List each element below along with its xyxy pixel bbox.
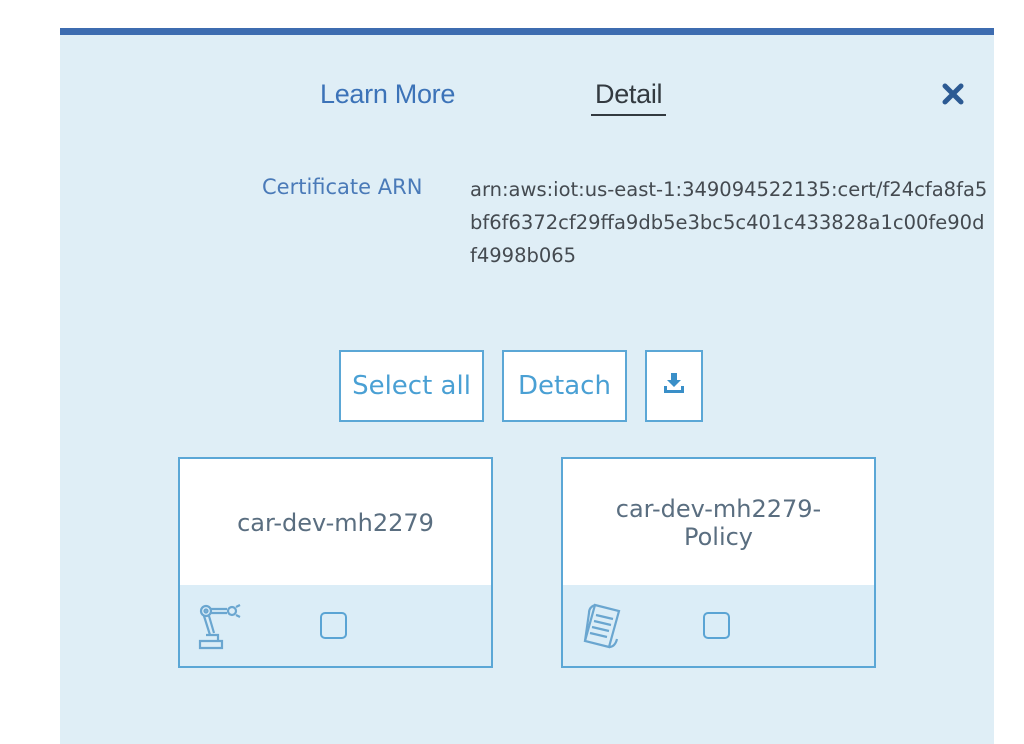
select-checkbox[interactable]: [320, 612, 347, 639]
certificate-arn-value: arn:aws:iot:us-east-1:349094522135:cert/…: [470, 178, 988, 267]
certificate-arn-label: Certificate ARN: [262, 175, 423, 199]
thing-robot-arm-icon: [196, 601, 242, 651]
tab-detail[interactable]: Detail: [591, 79, 667, 116]
card-title: car-dev-mh2279: [237, 509, 434, 537]
detach-button[interactable]: Detach: [502, 350, 627, 422]
thing-card[interactable]: car-dev-mh2279: [178, 457, 493, 668]
detail-panel: Learn More Detail Certificate ARN arn:aw…: [60, 28, 994, 744]
download-icon: [662, 371, 686, 402]
tab-learn-more[interactable]: Learn More: [320, 79, 455, 110]
policy-card[interactable]: car-dev-mh2279-Policy: [561, 457, 876, 668]
policy-document-icon: [579, 601, 625, 651]
download-button[interactable]: [645, 350, 703, 422]
card-footer: [180, 585, 491, 666]
card-title: car-dev-mh2279-Policy: [615, 495, 822, 551]
card-footer: [563, 585, 874, 666]
select-all-button[interactable]: Select all: [339, 350, 484, 422]
close-icon[interactable]: [941, 82, 965, 106]
select-checkbox[interactable]: [703, 612, 730, 639]
